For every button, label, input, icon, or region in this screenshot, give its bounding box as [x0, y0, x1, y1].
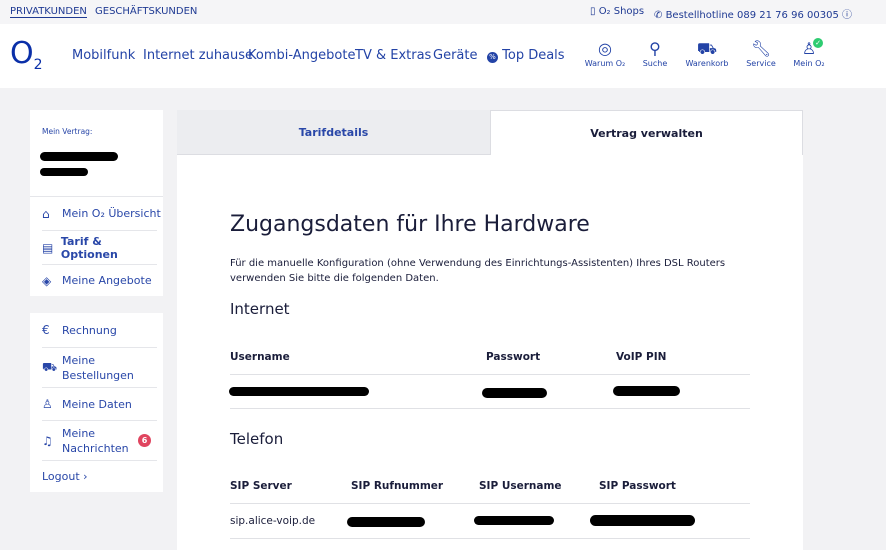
logout-link[interactable]: Logout ›	[42, 460, 157, 492]
header: O2 Mobilfunk Internet zuhause Kombi-Ange…	[0, 24, 886, 88]
invoice-icon: €	[42, 323, 50, 337]
sidebar-item-nachrichten[interactable]: ♫ Meine Nachrichten 6	[42, 420, 157, 460]
nav-mobilfunk[interactable]: Mobilfunk	[72, 48, 135, 63]
divider	[230, 503, 750, 504]
redacted-value	[613, 386, 680, 396]
hotline-link[interactable]: ✆ Bestellhotline 089 21 76 96 00305 ⓘ	[654, 6, 852, 21]
nav-internet[interactable]: Internet zuhause	[143, 48, 253, 63]
redacted-value	[474, 516, 554, 525]
main-panel: Tarifdetails Vertrag verwalten Zugangsda…	[177, 110, 803, 550]
search-icon: ⚲	[649, 39, 661, 58]
user-icon: ♙	[801, 39, 817, 58]
sidebar-item-uebersicht[interactable]: ⌂ Mein O₂ Übersicht	[30, 196, 163, 230]
user-icon: ♙	[42, 397, 53, 411]
sidebar-item-bestellungen[interactable]: ⛟ Meine Bestellungen	[42, 347, 157, 387]
privatkunden-link[interactable]: PRIVATKUNDEN	[10, 6, 87, 18]
logged-in-check-icon: ✓	[813, 38, 823, 48]
divider	[230, 538, 750, 539]
col-passwort: Passwort	[486, 351, 541, 363]
contract-label: Mein Vertrag:	[42, 127, 93, 136]
mein-o2-button[interactable]: ♙ Mein O₂ ✓	[779, 38, 839, 68]
cart-icon: ⛟	[696, 39, 718, 58]
sidebar-item-daten[interactable]: ♙ Meine Daten	[42, 387, 157, 420]
sip-server-value: sip.alice-voip.de	[230, 515, 316, 527]
telefon-heading: Telefon	[230, 430, 284, 448]
warenkorb-button[interactable]: ⛟ Warenkorb	[677, 39, 737, 68]
suche-button[interactable]: ⚲ Suche	[625, 39, 685, 68]
top-bar: PRIVATKUNDEN GESCHÄFTSKUNDEN ▯ O₂ Shops …	[0, 0, 886, 24]
sidebar-item-tarif[interactable]: ▤ Tarif & Optionen	[42, 230, 157, 264]
geschaeftskunden-link[interactable]: GESCHÄFTSKUNDEN	[95, 6, 197, 17]
page-title: Zugangsdaten für Ihre Hardware	[230, 212, 590, 237]
cart-icon: ⛟	[42, 359, 58, 374]
redacted-contract	[40, 168, 88, 176]
redacted-contract	[40, 152, 118, 161]
sidebar-item-rechnung[interactable]: € Rechnung	[42, 313, 157, 347]
nav-tv[interactable]: TV & Extras	[355, 48, 431, 63]
nav-geraete[interactable]: Geräte	[433, 48, 477, 63]
document-icon: ▤	[42, 240, 54, 255]
home-icon: ⌂	[42, 206, 50, 221]
bell-icon: ♫	[42, 433, 53, 448]
redacted-value	[482, 388, 547, 398]
tag-icon: ◈	[42, 273, 52, 288]
col-voip-pin: VoIP PIN	[616, 351, 667, 363]
col-username: Username	[230, 351, 290, 363]
redacted-value	[590, 515, 695, 526]
divider	[230, 408, 750, 409]
col-sip-username: SIP Username	[479, 480, 562, 492]
sidebar-card-contract: Mein Vertrag: ⌂ Mein O₂ Übersicht ▤ Tarif …	[30, 110, 163, 296]
col-sip-passwort: SIP Passwort	[599, 480, 676, 492]
internet-heading: Internet	[230, 300, 290, 318]
nav-kombi[interactable]: Kombi-Angebote	[248, 48, 355, 63]
redacted-value	[229, 387, 369, 396]
col-sip-rufnummer: SIP Rufnummer	[351, 480, 444, 492]
nav-top-deals[interactable]: % Top Deals	[487, 48, 565, 63]
percent-icon: %	[487, 52, 498, 63]
tab-vertrag-verwalten[interactable]: Vertrag verwalten	[490, 110, 803, 155]
shops-link[interactable]: ▯ O₂ Shops	[590, 6, 644, 17]
o2-logo[interactable]: O2	[10, 36, 43, 73]
intro-text: Für die manuelle Konfiguration (ohne Ver…	[230, 258, 726, 284]
col-sip-server: SIP Server	[230, 480, 292, 492]
divider	[230, 374, 750, 375]
notification-badge: 6	[138, 434, 151, 447]
redacted-value	[347, 517, 425, 527]
sidebar-card-account: € Rechnung ⛟ Meine Bestellungen ♙ Meine Dat…	[30, 313, 163, 492]
tab-tarifdetails[interactable]: Tarifdetails	[177, 110, 490, 155]
sidebar-item-angebote[interactable]: ◈ Meine Angebote	[42, 264, 157, 296]
